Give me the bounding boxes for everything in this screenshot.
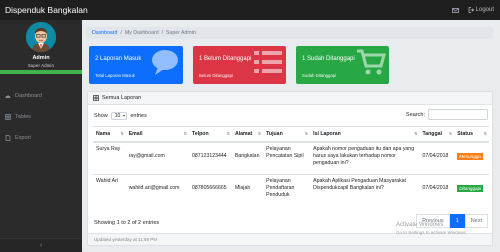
comment-icon [152,50,178,75]
column-header-tanggal[interactable]: Tanggal ⇅ [419,126,455,143]
cell-status: Ditanggapi [454,174,489,208]
logout-link[interactable]: Logout [468,7,494,13]
cell-email: wahiid.ari@gmail.com [125,174,190,208]
sign-out-icon [468,7,474,13]
cell-telpon: 087123123444 [189,141,232,175]
cell-telpon: 087805666665 [189,174,232,208]
cell-tanggal: 07/04/2018 [419,174,455,208]
table-row[interactable]: Surya Ray ray@gmail.com 087123123444 Ban… [93,141,489,175]
brand-title[interactable]: Dispenduk Bangkalan [0,5,88,15]
sidebar-toggle-button[interactable]: ‹ [0,238,82,252]
export-icon [5,134,11,141]
sort-icon: ⇅ [483,131,487,136]
breadcrumb: Dashboard / My Dashboard / Super Admin [86,27,493,39]
envelope-icon [451,7,459,13]
search-label: Search: [406,111,425,118]
topbar-actions: Logout [451,0,494,20]
sidebar-item-label: Tables [15,113,31,120]
search-input[interactable] [428,109,488,120]
card-subtitle: Belum Ditanggapi [199,73,233,78]
avatar [26,22,56,52]
entries-label: entries [130,113,147,119]
cell-tujuan: Pelayanan Pencatatan Sipil [263,141,311,175]
sort-icon: ⇅ [120,131,124,136]
card-title: 2 Laporan Masuk [95,56,142,62]
user-profile: Admin Super Admin [0,20,82,85]
divider [0,70,82,74]
sort-icon: ⇅ [257,131,262,136]
breadcrumb-separator: / [161,30,164,36]
cell-alamat: Mlajah [231,174,264,208]
sidebar-item-label: Export [15,134,31,141]
dashboard-icon [5,95,11,98]
top-navbar: Dispenduk Bangkalan Logout [0,0,500,20]
sidebar-item-dashboard[interactable]: Dashboard [0,85,82,106]
column-header-alamat[interactable]: Alamat ⇅ [231,126,264,143]
sidebar-item-label: Dashboard [15,92,42,99]
card-title: 1 Belum Ditanggapi [199,56,252,62]
search-control: Search: [406,109,488,120]
table-icon [5,113,11,120]
table-header-row: Nama ⇅ Email ⇅ Telpon ⇅ Alamat ⇅ Tujuan ⇅ Isi… [93,126,489,143]
table-icon [93,95,99,101]
sort-icon: ⇅ [448,131,453,136]
panel-header: Semua Laporan [88,92,492,105]
table-row[interactable]: Wahid Ari wahiid.ari@gmail.com 087805666… [93,174,489,208]
card-subtitle: Total Laporan Masuk [95,73,135,78]
card-laporan-masuk[interactable]: 2 Laporan Masuk Total Laporan Masuk [89,46,183,84]
cell-email: ray@gmail.com [125,141,190,175]
entries-select[interactable]: 10 [110,112,128,120]
watermark-subtitle: Go to Settings to activate Windows. [396,230,468,235]
column-header-nama[interactable]: Nama ⇅ [93,126,126,143]
table-info: Showing 1 to 2 of 2 entries [94,220,160,226]
sidebar-item-export[interactable]: Export [0,127,82,148]
card-subtitle: Sudah Ditanggapi [302,73,337,78]
cell-status: Menunggu [454,141,489,175]
breadcrumb-dashboard[interactable]: Dashboard [92,30,117,36]
breadcrumb-my-dashboard: My Dashboard [124,30,159,36]
reports-table: Nama ⇅ Email ⇅ Telpon ⇅ Alamat ⇅ Tujuan ⇅ Isi… [93,126,489,208]
user-role: Super Admin [27,63,55,68]
table-controls: Show 10 entries Search: [88,105,492,125]
show-label: Show [94,113,108,119]
cell-tanggal: 07/04/2018 [419,141,455,175]
cell-isi-laporan: Apakah Aplikasi Pengaduan Masyarakat Dis… [310,174,420,208]
sort-icon: ⇅ [414,131,418,136]
sidebar-item-tables[interactable]: Tables [0,106,82,127]
breadcrumb-super-admin: Super Admin [166,30,196,36]
activate-windows-watermark: Activate Windows Go to Settings to activ… [396,221,467,237]
column-header-tujuan[interactable]: Tujuan ⇅ [263,126,311,143]
user-name: Admin [32,55,50,61]
watermark-title: Activate Windows [396,222,444,228]
chevron-left-icon: ‹ [39,242,43,249]
cart-icon [357,49,386,75]
next-page-button[interactable]: Next [464,214,488,228]
entries-control: Show 10 entries [94,112,147,120]
column-header-isi-laporan[interactable]: Isi Laporan ⇅ [310,126,420,143]
list-icon [254,51,282,73]
cell-isi-laporan: Apakah nomor pengaduan itu dan apa yang … [310,141,420,175]
cell-nama: Surya Ray [93,141,126,175]
logout-label: Logout [475,7,494,13]
cell-tujuan: Pelayanan Pendaftaran Penduduk [263,174,311,208]
cell-nama: Wahid Ari [93,174,126,208]
breadcrumb-separator: / [120,30,122,36]
sort-icon: ⇅ [183,131,188,136]
sort-icon: ⇅ [226,131,230,136]
column-header-status[interactable]: Status ⇅ [454,126,489,143]
panel-title: Semua Laporan [102,95,142,101]
mail-button[interactable] [451,7,459,13]
sidebar: Admin Super Admin Dashboard Tables Expor… [0,20,82,252]
card-title: 1 Sudah Ditanggapi [302,56,355,62]
status-badge: Menunggu [457,152,483,160]
column-header-telpon[interactable]: Telpon ⇅ [189,126,232,143]
card-sudah-ditanggapi[interactable]: 1 Sudah Ditanggapi Sudah Ditanggapi [296,46,389,84]
cell-alamat: Bangkalan [231,141,264,175]
user-avatar-icon [26,22,56,52]
status-badge: Ditanggapi [457,185,484,192]
card-belum-ditanggapi[interactable]: 1 Belum Ditanggapi Belum Ditanggapi [193,46,286,84]
sort-icon: ⇅ [304,131,309,136]
column-header-email[interactable]: Email ⇅ [125,126,190,143]
